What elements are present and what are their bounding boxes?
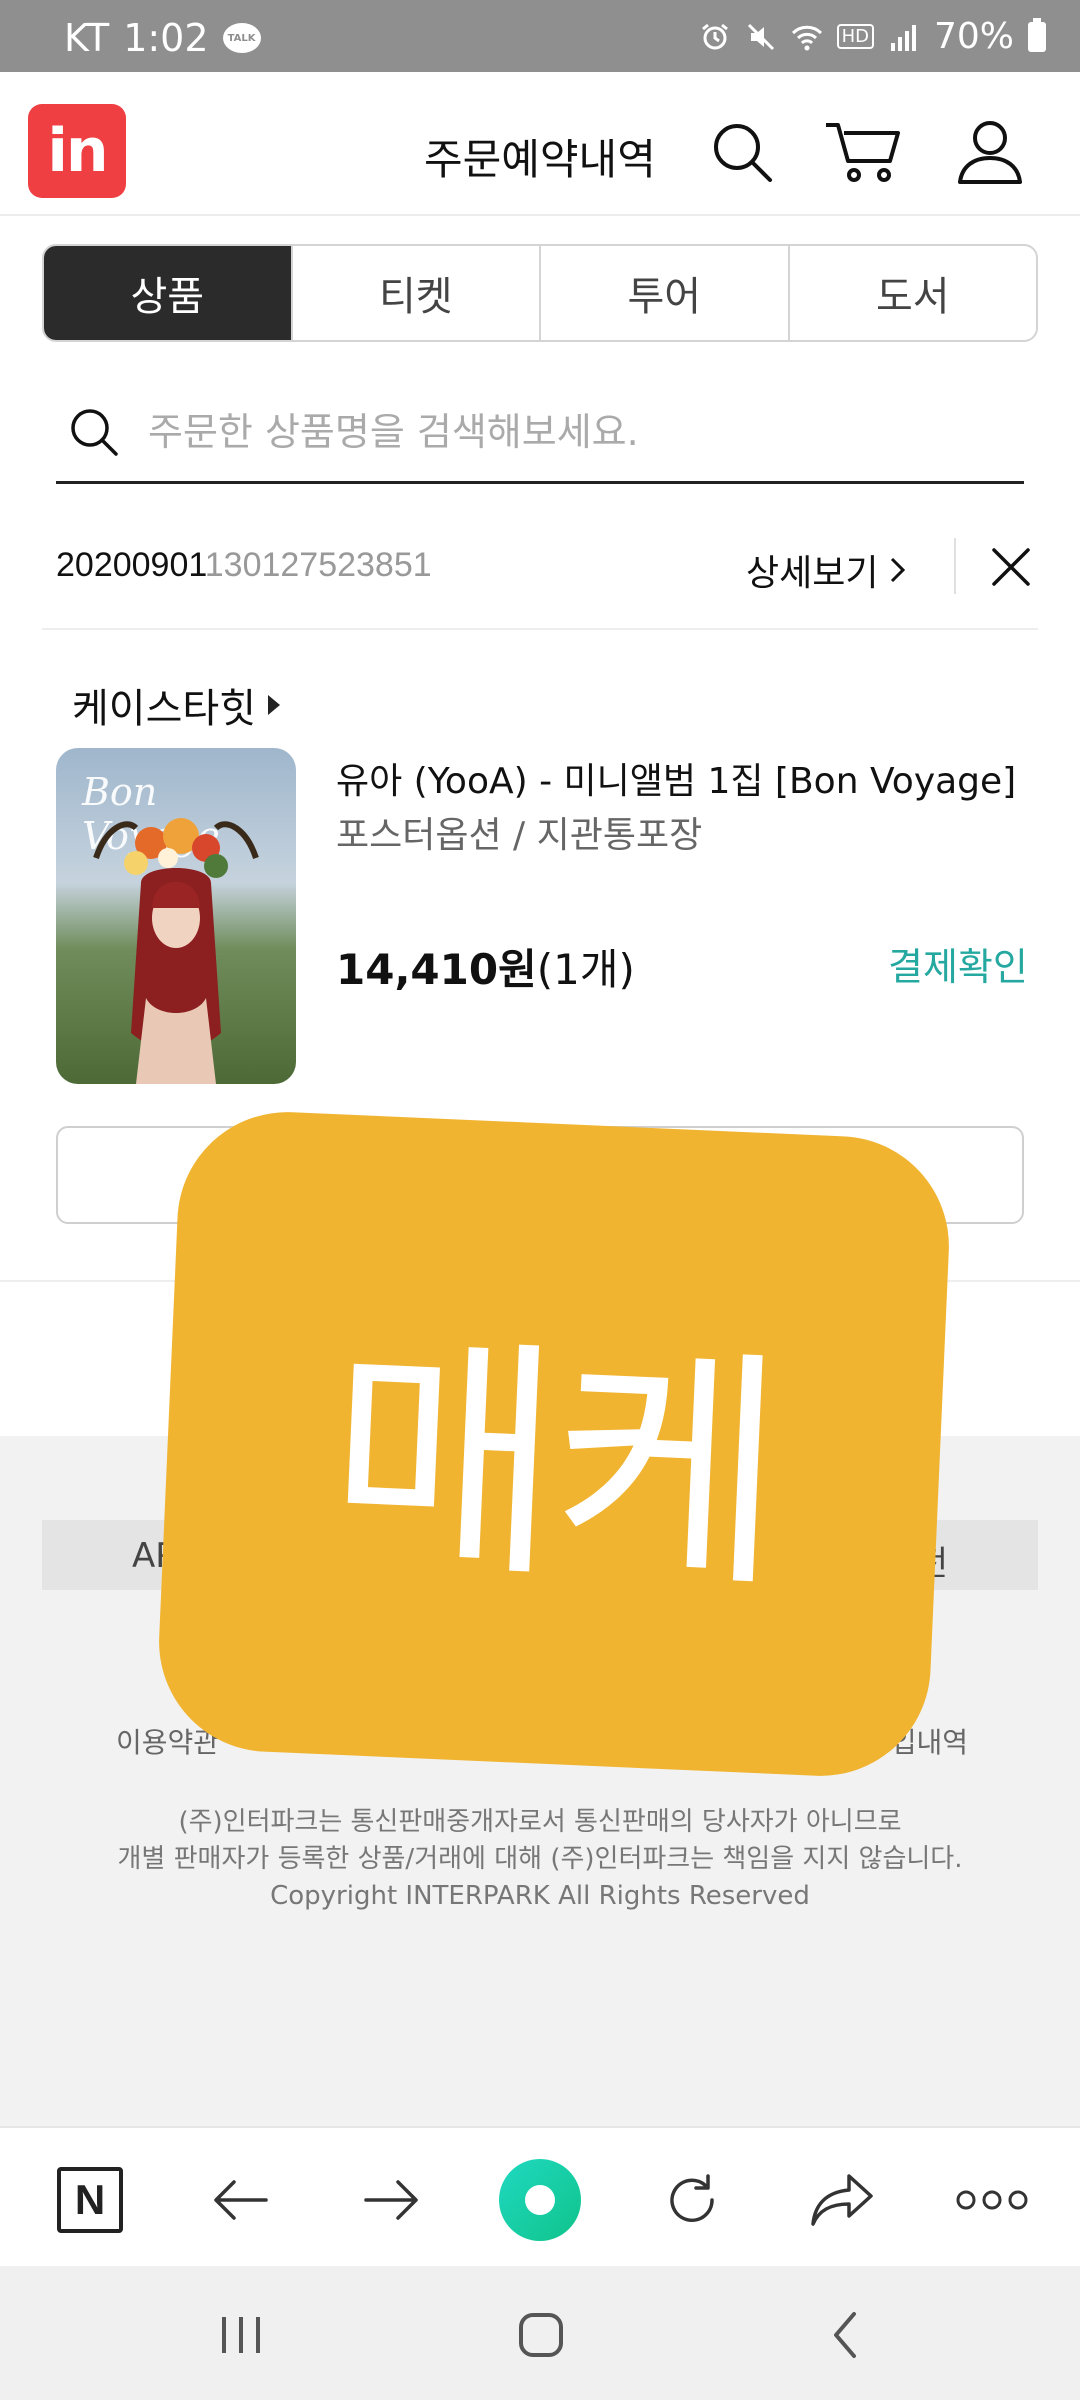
back-button[interactable]: [198, 2158, 282, 2242]
tab-tours[interactable]: 투어: [539, 246, 788, 340]
app-header: in 주문예약내역: [0, 72, 1080, 216]
share-icon: [811, 2174, 873, 2226]
battery-percent: 70%: [933, 16, 1014, 57]
order-detail-label: 상세보기: [746, 553, 879, 594]
hd-voice-icon: HD: [836, 24, 874, 49]
chevron-right-icon: [891, 557, 906, 583]
order-number-date: 20200901: [56, 546, 205, 584]
user-icon: [958, 121, 1022, 184]
notice-line-2: 개별 판매자가 등록한 상품/거래에 대해 (주)인터파크는 책임을 지지 않습…: [117, 1844, 963, 1874]
copyright: Copyright INTERPARK All Rights Reserved: [270, 1881, 810, 1911]
naver-home-button[interactable]: N: [48, 2158, 132, 2242]
refresh-icon: [670, 2174, 714, 2222]
order-history-link[interactable]: 주문예약내역: [424, 126, 656, 187]
seller-link[interactable]: 케이스타힛: [72, 676, 280, 734]
arrow-right-icon: [364, 2180, 418, 2220]
order-number: 20200901130127523851: [56, 546, 432, 585]
back-chevron-icon: [834, 2312, 856, 2358]
order-search-bar: [56, 382, 1024, 484]
share-button[interactable]: [800, 2158, 884, 2242]
alarm-icon: [701, 23, 728, 49]
category-tabs: 상품 티켓 투어 도서: [42, 244, 1038, 342]
product-thumbnail[interactable]: Bon Voyage: [56, 748, 296, 1084]
order-detail-link[interactable]: 상세보기: [746, 544, 908, 596]
order-search-input[interactable]: [148, 409, 1008, 454]
cart-button[interactable]: [824, 112, 904, 192]
tab-products[interactable]: 상품: [44, 246, 291, 340]
system-nav-bar: [0, 2266, 1080, 2400]
arrow-left-icon: [214, 2180, 268, 2220]
product-option: 포스터옵션 / 지관통포장: [336, 815, 703, 856]
product-price: 14,410원(1개): [336, 936, 635, 997]
signal-icon: [890, 24, 916, 51]
album-cover-art: [93, 818, 259, 1084]
recent-apps-button[interactable]: [206, 2300, 276, 2370]
seller-name: 케이스타힛: [72, 686, 256, 732]
order-number-suffix: 130127523851: [204, 546, 432, 584]
green-dot-icon: [499, 2159, 581, 2241]
mute-icon: [747, 23, 774, 50]
search-icon: [71, 408, 118, 456]
search-icon: [714, 124, 772, 182]
naver-icon: N: [57, 2167, 123, 2233]
wifi-icon: [791, 25, 822, 50]
home-button[interactable]: [506, 2300, 576, 2370]
green-dot-button[interactable]: [498, 2158, 582, 2242]
more-button[interactable]: [950, 2158, 1034, 2242]
status-bar: KT 1:02 TALK HD 70%: [0, 0, 1080, 72]
clock: 1:02: [123, 16, 209, 60]
interpark-logo[interactable]: in: [28, 104, 126, 198]
refresh-button[interactable]: [650, 2158, 734, 2242]
sticker-text: 매케: [322, 1311, 784, 1622]
recent-apps-icon: [222, 2317, 260, 2353]
carrier-label: KT: [64, 16, 110, 60]
more-dots-icon: [956, 2190, 1028, 2210]
tab-tickets[interactable]: 티켓: [290, 246, 540, 340]
price-amount: 14,410원: [336, 945, 537, 994]
product-name[interactable]: 유아 (YooA) - 미니앨범 1집 [Bon Voyage]: [336, 752, 1016, 804]
cart-icon: [826, 123, 900, 182]
search-button[interactable]: [702, 112, 782, 192]
browser-toolbar: N: [0, 2126, 1080, 2266]
status-bar-right: HD 70%: [699, 16, 1046, 57]
battery-icon: [1028, 17, 1046, 52]
status-bar-left: KT 1:02 TALK: [64, 16, 261, 60]
divider: [954, 538, 956, 594]
quantity: (1개): [536, 945, 635, 994]
kakaotalk-notification-icon: TALK: [222, 23, 261, 53]
triangle-right-icon: [268, 695, 280, 715]
delete-order-button[interactable]: [984, 540, 1038, 594]
my-page-button[interactable]: [950, 112, 1030, 192]
system-back-button[interactable]: [810, 2300, 880, 2370]
order-header-row: 20200901130127523851 상세보기: [42, 526, 1038, 630]
forward-button[interactable]: [350, 2158, 434, 2242]
notice-line-1: (주)인터파크는 통신판매중개자로서 통신판매의 당사자가 아니므로: [178, 1807, 902, 1837]
close-icon: [992, 548, 1030, 586]
footer-notice: (주)인터파크는 통신판매중개자로서 통신판매의 당사자가 아니므로 개별 판매…: [0, 1804, 1080, 1915]
home-icon: [519, 2313, 563, 2357]
sticker-overlay: 매케: [154, 1107, 954, 1781]
payment-status[interactable]: 결제확인: [888, 936, 1028, 991]
tab-books[interactable]: 도서: [787, 246, 1037, 340]
